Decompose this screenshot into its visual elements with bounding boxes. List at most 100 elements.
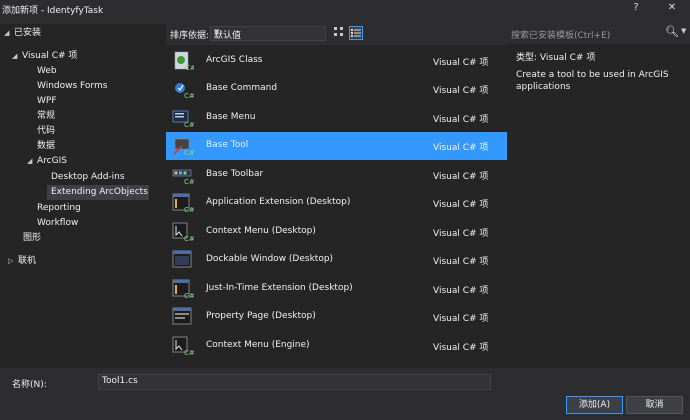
template-name: Just-In-Time Extension (Desktop) bbox=[206, 283, 353, 293]
template-name: Dockable Window (Desktop) bbox=[206, 254, 334, 264]
dockable-window-icon bbox=[172, 250, 192, 268]
window-title: 添加新项 - IdentyfyTask bbox=[2, 6, 104, 16]
base-command-icon: C# bbox=[175, 83, 194, 99]
template-language: Visual C# 项 bbox=[433, 200, 489, 210]
template-name: Base Toolbar bbox=[206, 169, 264, 179]
template-row[interactable]: C# Context Menu (Engine) Visual C# 项 bbox=[166, 332, 507, 360]
cancel-button[interactable]: 取消 bbox=[626, 396, 683, 414]
template-row[interactable]: Dockable Window (Desktop) Visual C# 项 bbox=[166, 246, 507, 274]
template-language: Visual C# 项 bbox=[433, 229, 489, 239]
tree-item-web[interactable]: Web bbox=[37, 64, 57, 79]
tree-item-data[interactable]: 数据 bbox=[37, 139, 55, 154]
category-tree: ◢ 已安装 ◢ Visual C# 项 Web Windows Forms WPF … bbox=[0, 24, 166, 368]
svg-text:C#: C# bbox=[184, 292, 194, 299]
tree-item-online[interactable]: ▷ 联机 bbox=[8, 254, 36, 269]
chevron-down-icon[interactable]: ▼ bbox=[681, 27, 686, 35]
collapsed-arrow-icon: ▷ bbox=[8, 257, 14, 265]
list-icon bbox=[351, 29, 361, 37]
small-icons-view-button[interactable] bbox=[333, 26, 347, 40]
template-description: Create a tool to be used in ArcGIS appli… bbox=[516, 70, 669, 92]
property-page-icon bbox=[172, 307, 192, 325]
context-menu-icon: C# bbox=[172, 222, 194, 242]
base-menu-icon: C# bbox=[172, 110, 194, 128]
template-language: Visual C# 项 bbox=[433, 172, 489, 182]
tree-item-arcgis[interactable]: ◢ ArcGIS bbox=[27, 154, 67, 169]
svg-text:C#: C# bbox=[184, 349, 194, 356]
type-line: 类型: Visual C# 项 bbox=[516, 50, 595, 63]
arcgis-class-icon: C# bbox=[174, 51, 194, 71]
svg-text:C#: C# bbox=[184, 178, 194, 185]
template-language: Visual C# 项 bbox=[433, 314, 489, 324]
svg-text:C#: C# bbox=[184, 235, 194, 242]
add-button[interactable]: 添加(A) bbox=[566, 396, 623, 414]
svg-text:C#: C# bbox=[185, 64, 194, 71]
tree-item-windows-forms[interactable]: Windows Forms bbox=[37, 79, 107, 94]
svg-text:C#: C# bbox=[184, 149, 194, 156]
sort-label: 排序依据: bbox=[170, 31, 210, 41]
tree-item-extending-arcobjects[interactable]: Extending ArcObjects bbox=[47, 185, 149, 200]
template-row[interactable]: C# Base Tool Visual C# 项 bbox=[166, 132, 507, 160]
template-language: Visual C# 项 bbox=[433, 86, 489, 96]
template-name: Base Command bbox=[206, 83, 278, 93]
tree-item-workflow[interactable]: Workflow bbox=[37, 216, 78, 231]
tree-item-reporting[interactable]: Reporting bbox=[37, 201, 81, 216]
template-name: Base Menu bbox=[206, 112, 256, 122]
template-list: C# ArcGIS Class Visual C# 项 C# Base Comm… bbox=[166, 45, 507, 368]
svg-text:C#: C# bbox=[184, 92, 194, 99]
template-row[interactable]: C# Just-In-Time Extension (Desktop) Visu… bbox=[166, 275, 507, 303]
tree-item-label: 图形 bbox=[23, 233, 42, 243]
base-toolbar-icon: C# bbox=[172, 169, 194, 185]
tree-item-label: Windows Forms bbox=[37, 81, 108, 91]
template-row[interactable]: C# Base Command Visual C# 项 bbox=[166, 75, 507, 103]
grid-icon bbox=[334, 27, 343, 36]
template-row[interactable]: C# Base Menu Visual C# 项 bbox=[166, 104, 507, 132]
expanded-arrow-icon: ◢ bbox=[12, 52, 18, 60]
type-value: Visual C# 项 bbox=[539, 53, 596, 63]
template-name: Property Page (Desktop) bbox=[206, 311, 316, 321]
jit-extension-icon: C# bbox=[172, 279, 194, 299]
tree-item-label: 数据 bbox=[37, 141, 56, 151]
list-toolbar: 排序依据: 默认值 ▼ bbox=[166, 24, 507, 44]
template-row[interactable]: C# ArcGIS Class Visual C# 项 bbox=[166, 47, 507, 75]
template-row[interactable]: C# Base Toolbar Visual C# 项 bbox=[166, 161, 507, 189]
template-name: Context Menu (Desktop) bbox=[206, 226, 316, 236]
tree-item-label: 常规 bbox=[37, 111, 56, 121]
name-field[interactable]: Tool1.cs bbox=[98, 374, 491, 390]
tree-item-label: 代码 bbox=[37, 126, 56, 136]
template-language: Visual C# 项 bbox=[433, 143, 489, 153]
tree-item-code[interactable]: 代码 bbox=[37, 124, 55, 139]
search-input[interactable]: 搜索已安装模板(Ctrl+E) bbox=[511, 28, 610, 41]
template-language: Visual C# 项 bbox=[433, 286, 489, 296]
tree-item-visual-cs[interactable]: ◢ Visual C# 项 bbox=[12, 49, 77, 64]
template-row[interactable]: C# Context Menu (Desktop) Visual C# 项 bbox=[166, 218, 507, 246]
tree-item-graphics[interactable]: 图形 bbox=[23, 231, 41, 246]
tree-item-general[interactable]: 常规 bbox=[37, 109, 55, 124]
tree-item-label: WPF bbox=[37, 96, 57, 106]
tree-item-wpf[interactable]: WPF bbox=[37, 94, 57, 109]
close-button[interactable]: ✕ bbox=[665, 2, 679, 14]
tree-item-label: Web bbox=[37, 66, 57, 76]
base-tool-icon: C# bbox=[173, 138, 194, 156]
search-box[interactable]: 搜索已安装模板(Ctrl+E) 🔍︎ ▼ bbox=[507, 24, 690, 42]
svg-text:C#: C# bbox=[184, 206, 194, 213]
template-row[interactable]: C# Application Extension (Desktop) Visua… bbox=[166, 189, 507, 217]
list-view-button[interactable] bbox=[349, 26, 363, 40]
details-panel: 类型: Visual C# 项 Create a tool to be used… bbox=[507, 44, 690, 368]
name-value[interactable]: Tool1.cs bbox=[102, 376, 138, 386]
search-icon[interactable]: 🔍︎ bbox=[665, 25, 679, 38]
tree-item-desktop-addins[interactable]: Desktop Add-ins bbox=[51, 170, 125, 185]
name-label: 名称(N): bbox=[12, 380, 47, 390]
expanded-arrow-icon: ◢ bbox=[27, 157, 33, 165]
help-button[interactable]: ? bbox=[630, 2, 642, 14]
expanded-arrow-icon: ◢ bbox=[4, 29, 10, 37]
tree-item-label: 联机 bbox=[18, 256, 37, 266]
sort-dropdown[interactable]: 默认值 ▼ bbox=[210, 26, 326, 41]
template-language: Visual C# 项 bbox=[433, 115, 489, 125]
tree-item-label: Extending ArcObjects bbox=[51, 187, 148, 197]
template-name: Context Menu (Engine) bbox=[206, 340, 310, 350]
template-name: Application Extension (Desktop) bbox=[206, 197, 351, 207]
template-row[interactable]: Property Page (Desktop) Visual C# 项 bbox=[166, 303, 507, 331]
tree-item-installed[interactable]: ◢ 已安装 bbox=[4, 26, 41, 41]
application-extension-icon: C# bbox=[172, 193, 194, 213]
tree-item-label: 已安装 bbox=[14, 28, 42, 38]
